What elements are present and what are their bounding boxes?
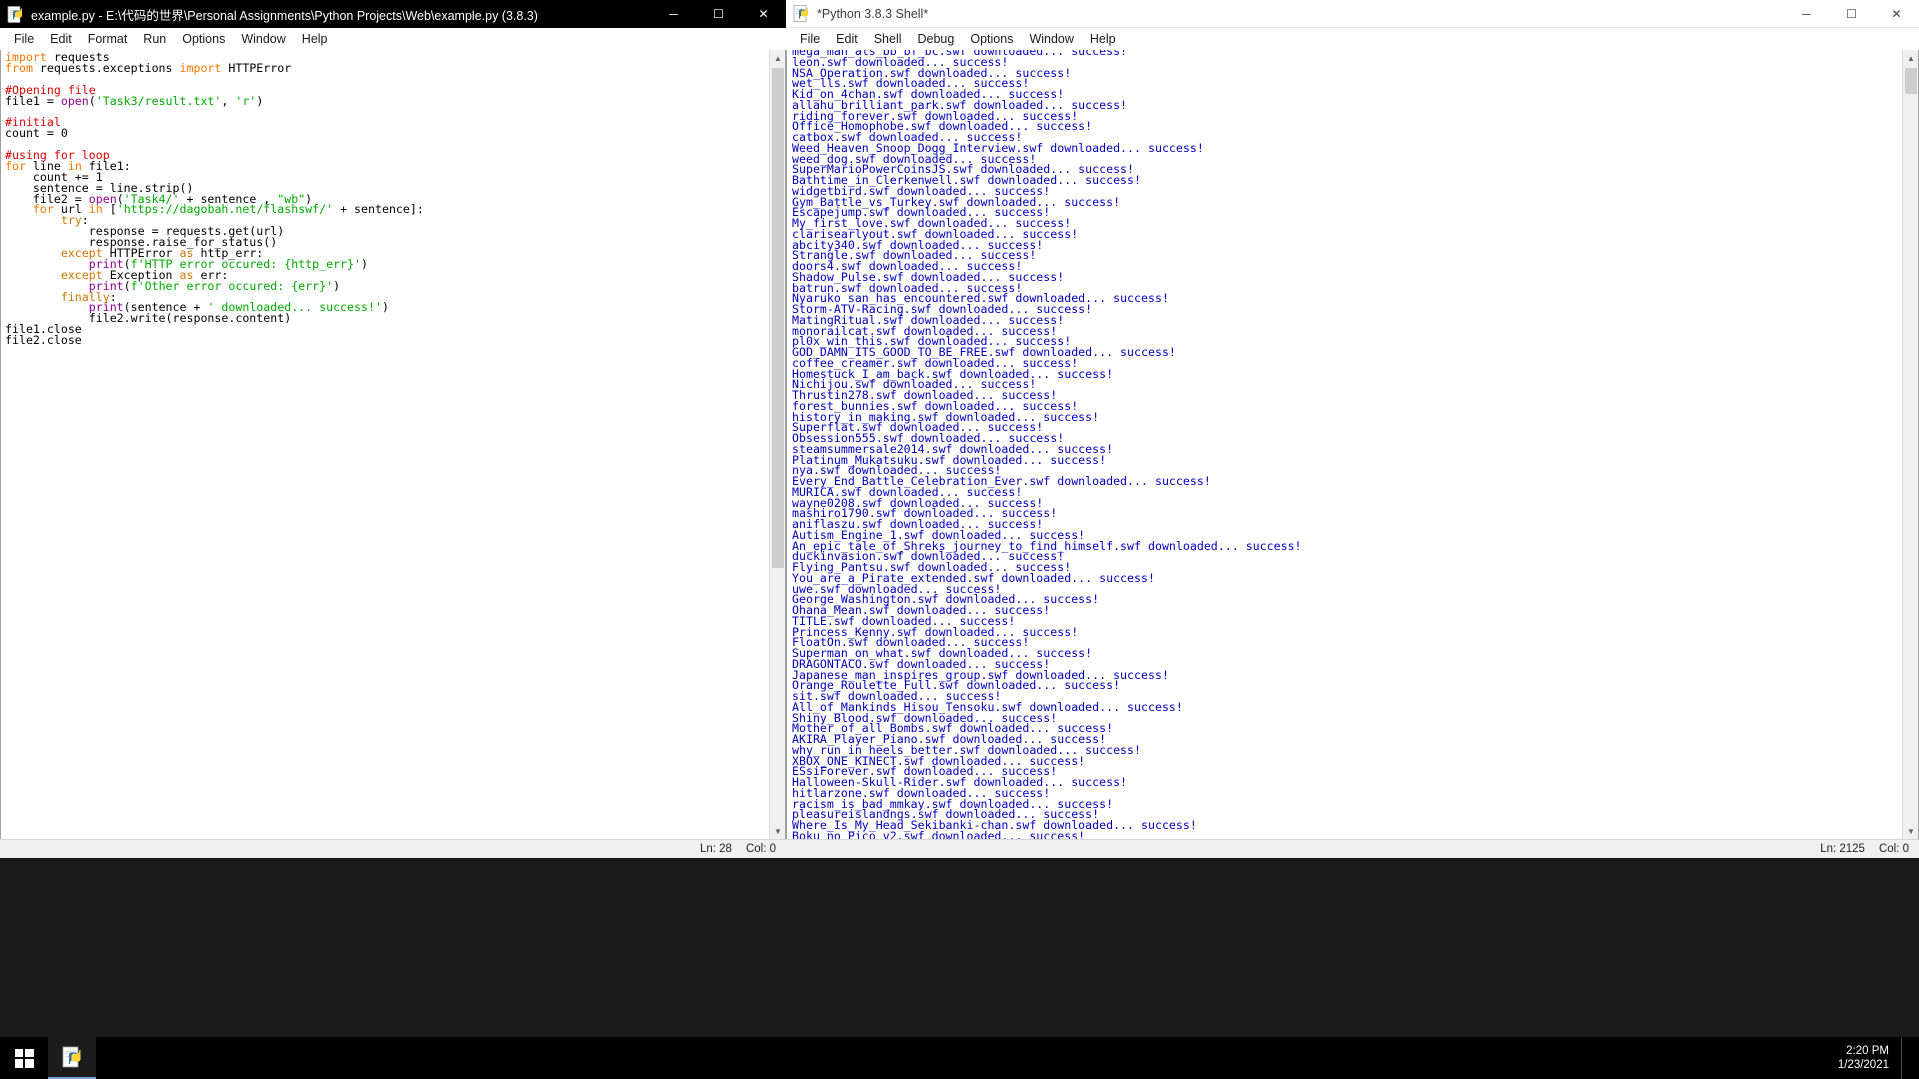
shell-scroll-down-icon[interactable]: ▼ <box>1903 823 1918 839</box>
idle-editor-window: example.py - E:\代码的世界\Personal Assignmen… <box>0 0 786 858</box>
close-button[interactable]: ✕ <box>741 0 786 28</box>
code-line: file1 = open('Task3/result.txt', 'r') <box>5 93 769 108</box>
shell-scroll-thumb[interactable] <box>1905 68 1917 94</box>
code-line: for line in file1: <box>5 160 769 172</box>
code-token: ( <box>123 278 131 293</box>
shell-menu-debug[interactable]: Debug <box>910 30 963 48</box>
shell-minimize-button[interactable]: ─ <box>1784 0 1829 28</box>
windows-taskbar: 2:20 PM 1/23/2021 <box>0 1037 1919 1079</box>
shell-menu-help[interactable]: Help <box>1082 30 1124 48</box>
show-desktop-button[interactable] <box>1901 1037 1909 1079</box>
clock-time: 2:20 PM <box>1846 1045 1889 1057</box>
python-shell-window: *Python 3.8.3 Shell* ─ ☐ ✕ File Edit Shell… <box>786 0 1919 858</box>
scroll-up-icon[interactable]: ▲ <box>770 50 785 66</box>
editor-caption-buttons: ─ ☐ ✕ <box>651 0 786 28</box>
editor-menu-format[interactable]: Format <box>80 30 136 48</box>
windows-logo-icon <box>14 1048 34 1068</box>
code-token: ( <box>88 93 96 108</box>
code-line: file2.close <box>5 333 769 348</box>
code-token: 'Task3/result.txt' <box>95 93 222 108</box>
editor-menubar: File Edit Format Run Options Window Help <box>0 28 786 50</box>
code-token: , <box>221 93 236 108</box>
editor-menu-run[interactable]: Run <box>135 30 174 48</box>
editor-titlebar[interactable]: example.py - E:\代码的世界\Personal Assignmen… <box>0 0 786 28</box>
shell-menu-options[interactable]: Options <box>962 30 1021 48</box>
code-line: from requests.exceptions import HTTPErro… <box>5 60 769 75</box>
shell-statusbar: Ln: 2125 Col: 0 <box>786 839 1919 858</box>
shell-scroll-up-icon[interactable]: ▲ <box>1903 50 1918 66</box>
taskbar-item-python[interactable] <box>48 1037 96 1079</box>
shell-output-line: Boku_no_Pico_v2.swf downloaded... succes… <box>792 828 1086 839</box>
desktop: example.py - E:\代码的世界\Personal Assignmen… <box>0 0 1919 1079</box>
code-token: count = 0 <box>5 126 68 141</box>
code-token: ) <box>333 278 341 293</box>
shell-title-text: *Python 3.8.3 Shell* <box>817 6 929 21</box>
code-token: + sentence]: <box>333 202 424 217</box>
code-token: [ <box>102 202 117 217</box>
shell-menu-shell[interactable]: Shell <box>866 30 910 48</box>
code-token: 'r' <box>235 93 257 108</box>
code-token: requests.exceptions <box>32 60 180 75</box>
editor-menu-options[interactable]: Options <box>174 30 233 48</box>
minimize-button[interactable]: ─ <box>651 0 696 28</box>
code-token: ) <box>256 93 264 108</box>
python-taskbar-icon <box>61 1046 83 1068</box>
code-line: count = 0 <box>5 126 769 141</box>
code-token: import <box>179 60 222 75</box>
shell-close-button[interactable]: ✕ <box>1874 0 1919 28</box>
code-token: {http_err} <box>284 256 355 271</box>
editor-menu-help[interactable]: Help <box>294 30 336 48</box>
shell-menu-file[interactable]: File <box>792 30 828 48</box>
shell-titlebar[interactable]: *Python 3.8.3 Shell* ─ ☐ ✕ <box>786 0 1919 28</box>
shell-menu-edit[interactable]: Edit <box>828 30 866 48</box>
editor-menu-file[interactable]: File <box>6 30 42 48</box>
system-tray: 2:20 PM 1/23/2021 <box>1838 1037 1919 1079</box>
maximize-button[interactable]: ☐ <box>696 0 741 28</box>
code-line: file2.write(response.content) <box>5 313 769 325</box>
code-token: in <box>88 202 103 217</box>
editor-menu-window[interactable]: Window <box>233 30 293 48</box>
shell-menubar: File Edit Shell Debug Options Window Help <box>786 28 1919 50</box>
shell-line-indicator: Ln: 2125 <box>1820 843 1865 855</box>
editor-statusbar: Ln: 28 Col: 0 <box>0 839 786 858</box>
shell-maximize-button[interactable]: ☐ <box>1829 0 1874 28</box>
editor-scroll-thumb[interactable] <box>772 68 784 568</box>
code-token: open <box>60 93 89 108</box>
code-token: file1 = <box>5 93 61 108</box>
editor-line-indicator: Ln: 28 <box>699 843 732 855</box>
clock-date: 1/23/2021 <box>1837 1059 1889 1071</box>
editor-client-area[interactable]: import requests from requests.exceptions … <box>0 50 786 839</box>
code-token: ) <box>361 256 368 271</box>
code-line: file1.close <box>5 323 769 335</box>
python-shell-icon <box>793 5 810 22</box>
code-token: f'Other error occured: {err}' <box>130 278 334 293</box>
code-text-area[interactable]: import requests from requests.exceptions … <box>1 50 769 839</box>
shell-vertical-scrollbar[interactable]: ▲ ▼ <box>1902 50 1918 839</box>
code-line: #initial <box>5 117 769 129</box>
code-token: ' <box>354 256 362 271</box>
code-line: for url in ['https://dagobah.net/flashsw… <box>5 202 769 217</box>
code-token: HTTPError <box>221 60 292 75</box>
shell-caption-buttons: ─ ☐ ✕ <box>1784 0 1919 28</box>
code-token: 'https://dagobah.net/flashswf/' <box>116 202 334 217</box>
scroll-down-icon[interactable]: ▼ <box>770 823 785 839</box>
shell-col-indicator: Col: 0 <box>1878 843 1909 855</box>
taskbar-clock[interactable]: 2:20 PM 1/23/2021 <box>1838 1044 1901 1072</box>
python-file-icon <box>7 5 24 23</box>
editor-col-indicator: Col: 0 <box>745 843 776 855</box>
editor-menu-edit[interactable]: Edit <box>42 30 80 48</box>
start-button[interactable] <box>0 1037 48 1079</box>
code-line: print(f'Other error occured: {err}') <box>5 278 769 293</box>
shell-client-area[interactable]: mega_man_als_bb_bf_bc.swf downloaded... … <box>786 50 1919 839</box>
editor-vertical-scrollbar[interactable]: ▲ ▼ <box>769 50 785 839</box>
code-token: file2.close <box>5 333 82 348</box>
code-token: ) <box>381 300 389 315</box>
shell-output-area[interactable]: mega_man_als_bb_bf_bc.swf downloaded... … <box>787 50 1902 839</box>
shell-menu-window[interactable]: Window <box>1021 30 1081 48</box>
editor-title-text: example.py - E:\代码的世界\Personal Assignmen… <box>31 8 538 23</box>
